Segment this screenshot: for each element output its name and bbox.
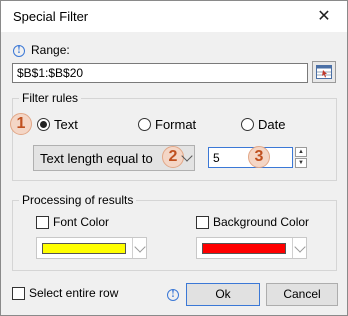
range-picker-icon	[316, 65, 332, 79]
processing-group: Processing of results	[12, 193, 337, 271]
chevron-down-icon	[294, 241, 306, 253]
range-label: Range:	[31, 43, 70, 57]
spin-down-button[interactable]: ▼	[295, 158, 307, 168]
background-color-checkbox[interactable]	[196, 216, 209, 229]
background-color-picker[interactable]	[196, 237, 307, 259]
font-color-label[interactable]: Font Color	[53, 215, 109, 229]
font-color-checkbox[interactable]	[36, 216, 49, 229]
font-color-picker[interactable]	[36, 237, 147, 259]
help-info-icon[interactable]: !	[167, 289, 179, 301]
radio-format[interactable]	[138, 118, 151, 131]
condition-select-value: Text length equal to	[40, 151, 153, 166]
step-badge-2: 2	[162, 146, 184, 168]
step-badge-1: 1	[10, 113, 32, 135]
window-title: Special Filter	[13, 9, 89, 24]
range-input[interactable]: $B$1:$B$20	[12, 63, 308, 83]
special-filter-dialog: Special Filter ✕ ! Range: $B$1:$B$20 Fil…	[0, 0, 348, 316]
font-color-swatch	[42, 243, 126, 254]
processing-legend: Processing of results	[19, 193, 137, 207]
radio-text-label[interactable]: Text	[54, 117, 78, 132]
spin-up-button[interactable]: ▲	[295, 147, 307, 157]
title-bar: Special Filter ✕	[1, 1, 347, 32]
select-entire-row-label[interactable]: Select entire row	[29, 286, 118, 300]
radio-format-label[interactable]: Format	[155, 117, 196, 132]
radio-date[interactable]	[241, 118, 254, 131]
cancel-button[interactable]: Cancel	[266, 283, 338, 306]
background-color-swatch	[202, 243, 286, 254]
spin-up-icon: ▲	[298, 149, 304, 155]
background-color-label[interactable]: Background Color	[213, 215, 309, 229]
radio-date-label[interactable]: Date	[258, 117, 285, 132]
chevron-down-icon	[134, 241, 146, 253]
close-button[interactable]: ✕	[307, 4, 341, 28]
select-entire-row-checkbox[interactable]	[12, 287, 25, 300]
range-picker-button[interactable]	[312, 61, 336, 83]
step-badge-3: 3	[248, 146, 270, 168]
close-icon: ✕	[317, 8, 331, 25]
filter-rules-legend: Filter rules	[19, 91, 82, 105]
spin-down-icon: ▼	[298, 160, 304, 166]
info-icon: !	[13, 45, 25, 57]
radio-text[interactable]	[37, 118, 50, 131]
ok-button[interactable]: Ok	[186, 283, 260, 306]
